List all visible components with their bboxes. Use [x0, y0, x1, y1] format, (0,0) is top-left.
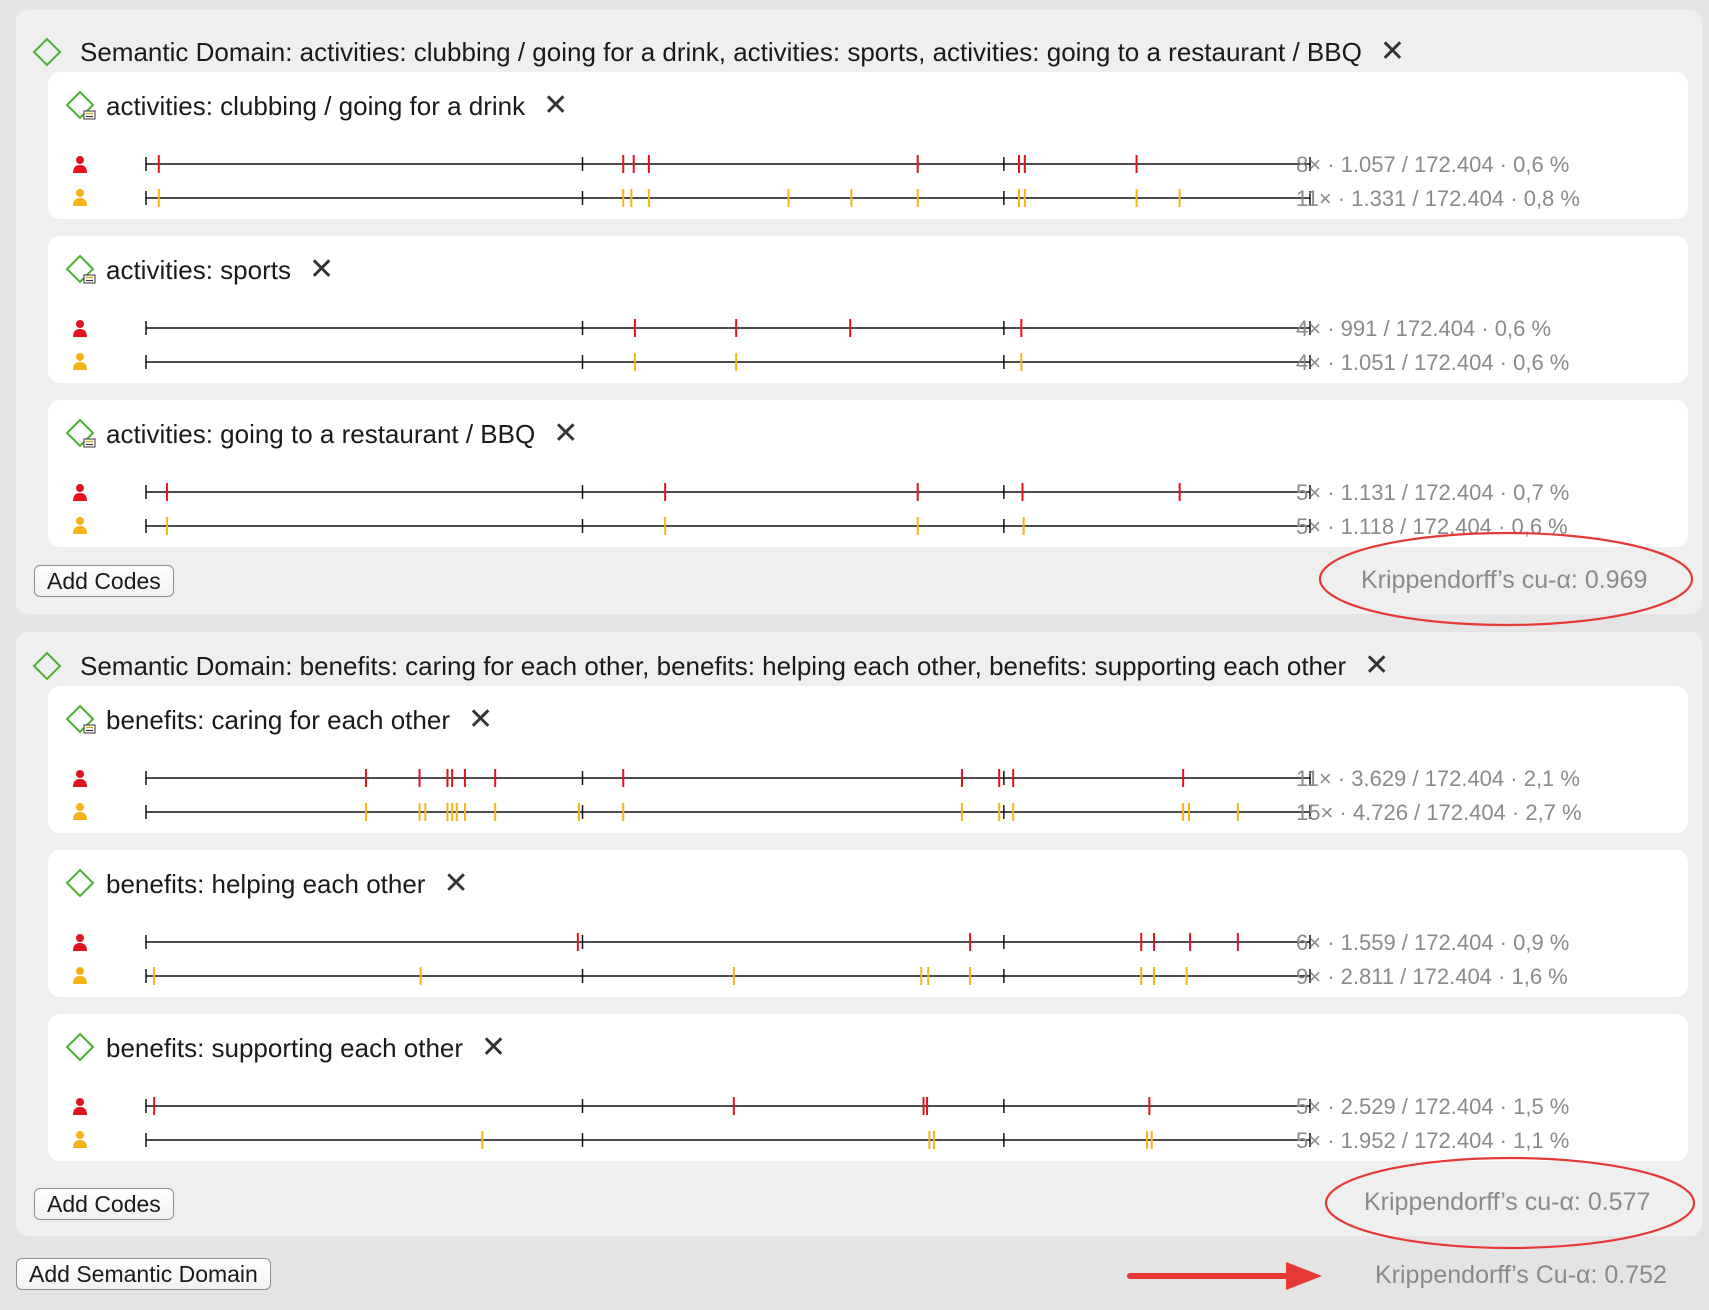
remove-code-icon[interactable]: ✕: [481, 1033, 506, 1063]
code-title: benefits: helping each other: [106, 868, 426, 899]
code-header: benefits: helping each other ✕: [64, 864, 469, 904]
code-icon: [65, 418, 96, 448]
coder-2-stats: 5× · 1.952 / 172.404 · 1,1 %: [1296, 1128, 1570, 1153]
semantic-domain-panel: Semantic Domain: activities: clubbing / …: [16, 10, 1702, 614]
remove-domain-icon[interactable]: ✕: [1364, 651, 1389, 681]
code-icon: [65, 1032, 95, 1062]
remove-domain-icon[interactable]: ✕: [1380, 37, 1405, 67]
code-card: activities: going to a restaurant / BBQ …: [48, 400, 1688, 547]
semantic-domain-panel: Semantic Domain: benefits: caring for ea…: [16, 632, 1702, 1236]
code-title: benefits: supporting each other: [106, 1032, 464, 1063]
coder-2-person-icon: [73, 189, 87, 206]
code-title: activities: clubbing / going for a drink: [106, 90, 526, 121]
code-header: benefits: caring for each other ✕: [64, 700, 493, 740]
code-title: benefits: caring for each other: [106, 704, 450, 735]
add-codes-button[interactable]: Add Codes: [34, 1188, 174, 1220]
coder-1-stats: 8× · 1.057 / 172.404 · 0,6 %: [1296, 152, 1570, 177]
coder-2-stats: 11× · 1.331 / 172.404 · 0,8 %: [1296, 186, 1580, 211]
code-title: activities: sports: [106, 254, 291, 285]
code-card: benefits: caring for each other ✕ 11× · …: [48, 686, 1688, 833]
coder-2-person-icon: [73, 353, 87, 370]
code-title: activities: going to a restaurant / BBQ: [106, 418, 536, 449]
overall-alpha-label: Krippendorff’s Cu-α: 0.752: [1375, 1261, 1667, 1289]
semantic-domain-header: Semantic Domain: activities: clubbing / …: [32, 26, 1405, 78]
code-card: benefits: supporting each other ✕ 5× · 2…: [48, 1014, 1688, 1161]
semantic-domain-header: Semantic Domain: benefits: caring for ea…: [32, 640, 1389, 692]
coder-1-stats: 5× · 1.131 / 172.404 · 0,7 %: [1296, 480, 1570, 505]
code-card: activities: clubbing / going for a drink…: [48, 72, 1688, 219]
semantic-domain-icon: [32, 651, 62, 681]
annotation-arrow: [1127, 1262, 1322, 1290]
code-header: activities: clubbing / going for a drink…: [64, 86, 568, 126]
coder-2-person-icon: [73, 967, 87, 984]
remove-code-icon[interactable]: ✕: [443, 869, 468, 899]
coder-1-stats: 11× · 3.629 / 172.404 · 2,1 %: [1296, 766, 1580, 791]
coder-1-timeline[interactable]: [112, 1096, 1316, 1116]
coder-2-stats: 4× · 1.051 / 172.404 · 0,6 %: [1296, 350, 1570, 375]
add-codes-button[interactable]: Add Codes: [34, 565, 174, 597]
coder-1-timeline[interactable]: [112, 318, 1316, 338]
code-header: benefits: supporting each other ✕: [64, 1028, 506, 1068]
coder-1-person-icon: [73, 770, 87, 787]
semantic-domain-title: Semantic Domain: activities: clubbing / …: [80, 36, 1362, 67]
annotation-ellipse: [1318, 531, 1694, 627]
coder-1-person-icon: [73, 934, 87, 951]
semantic-domain-title: Semantic Domain: benefits: caring for ea…: [80, 650, 1347, 681]
coder-2-stats: 9× · 2.811 / 172.404 · 1,6 %: [1296, 964, 1568, 989]
coder-1-stats: 4× · 991 / 172.404 · 0,6 %: [1296, 316, 1552, 341]
coder-1-timeline[interactable]: [112, 932, 1316, 952]
coder-1-timeline[interactable]: [112, 482, 1316, 502]
coder-2-timeline[interactable]: [112, 352, 1316, 372]
code-header: activities: sports ✕: [64, 250, 334, 290]
code-card: activities: sports ✕ 4× · 991 / 172.404 …: [48, 236, 1688, 383]
coder-2-timeline[interactable]: [112, 966, 1316, 986]
annotation-ellipse: [1324, 1156, 1696, 1250]
coder-1-stats: 6× · 1.559 / 172.404 · 0,9 %: [1296, 930, 1570, 955]
coder-1-person-icon: [73, 1098, 87, 1115]
code-icon: [65, 868, 95, 898]
coder-2-timeline[interactable]: [112, 516, 1316, 536]
add-semantic-domain-button[interactable]: Add Semantic Domain: [16, 1258, 271, 1290]
coder-1-timeline[interactable]: [112, 154, 1316, 174]
coder-1-timeline[interactable]: [112, 768, 1316, 788]
coder-2-timeline[interactable]: [112, 802, 1316, 822]
coder-2-person-icon: [73, 1131, 87, 1148]
code-icon: [65, 254, 96, 284]
remove-code-icon[interactable]: ✕: [543, 91, 568, 121]
coder-1-stats: 5× · 2.529 / 172.404 · 1,5 %: [1296, 1094, 1570, 1119]
code-icon: [65, 90, 96, 120]
coder-1-person-icon: [73, 484, 87, 501]
coder-2-stats: 15× · 4.726 / 172.404 · 2,7 %: [1296, 800, 1582, 825]
remove-code-icon[interactable]: ✕: [468, 705, 493, 735]
code-card: benefits: helping each other ✕ 6× · 1.55…: [48, 850, 1688, 997]
remove-code-icon[interactable]: ✕: [309, 255, 334, 285]
coder-2-person-icon: [73, 803, 87, 820]
coder-1-person-icon: [73, 320, 87, 337]
code-header: activities: going to a restaurant / BBQ …: [64, 414, 578, 454]
remove-code-icon[interactable]: ✕: [553, 419, 578, 449]
semantic-domain-icon: [32, 37, 62, 67]
code-icon: [65, 704, 96, 734]
coder-2-timeline[interactable]: [112, 1130, 1316, 1150]
coder-2-person-icon: [73, 517, 87, 534]
coder-1-person-icon: [73, 156, 87, 173]
coder-2-timeline[interactable]: [112, 188, 1316, 208]
